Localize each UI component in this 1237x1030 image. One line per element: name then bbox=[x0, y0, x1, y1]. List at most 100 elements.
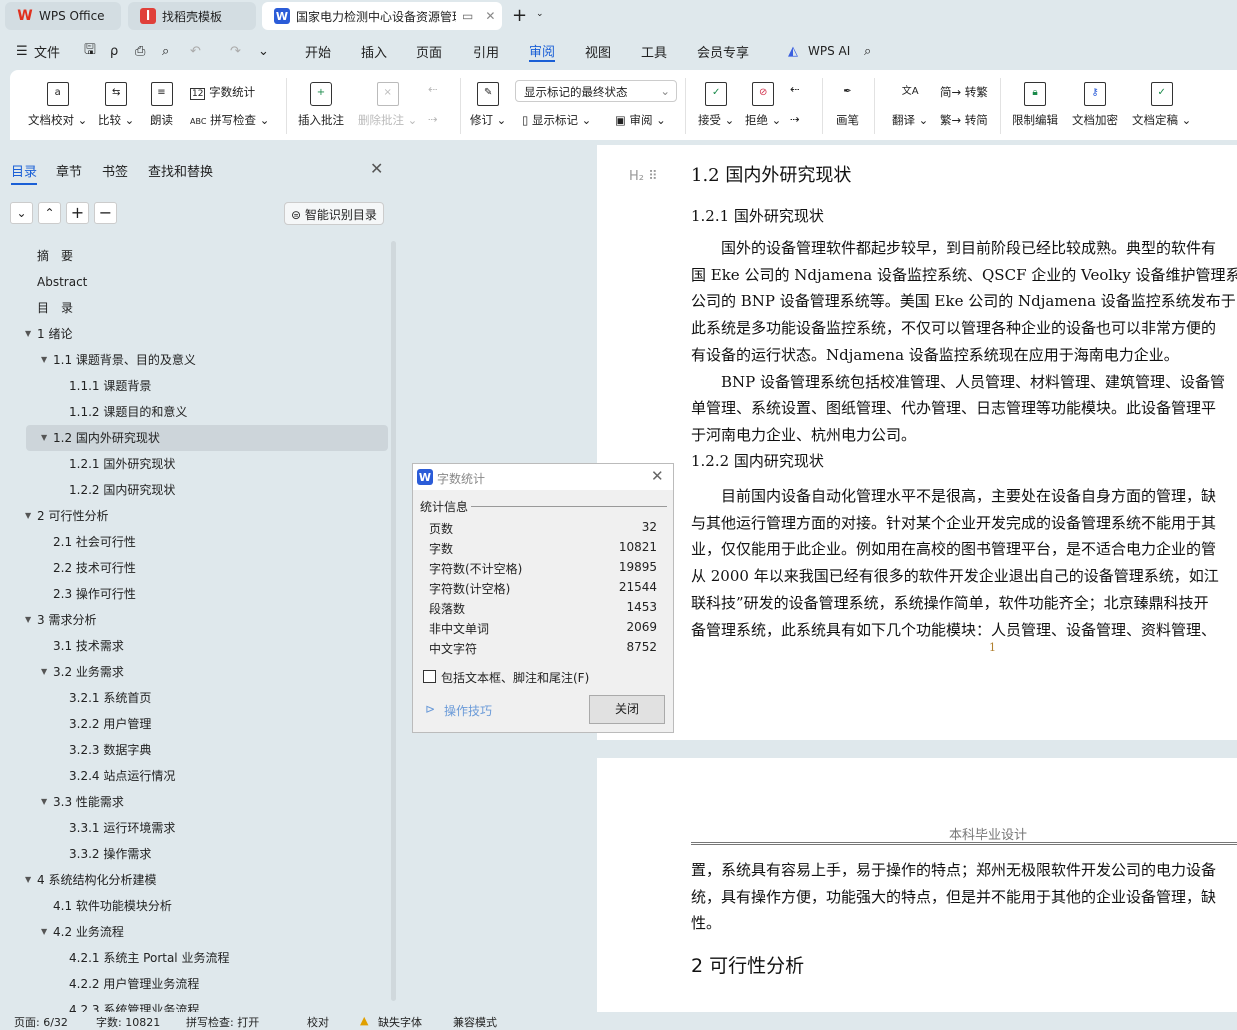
close-button[interactable]: 关闭 bbox=[589, 695, 665, 724]
tab-find-replace[interactable]: 查找和替换 bbox=[148, 161, 213, 180]
display-mode-select[interactable]: 显示标记的最终状态 ⌄ bbox=[515, 80, 677, 102]
toc-item[interactable]: ▼ 4 系统结构化分析建模 bbox=[0, 867, 388, 893]
share-icon[interactable]: ρ bbox=[110, 44, 118, 59]
undo-icon[interactable]: ↶ bbox=[190, 44, 201, 59]
toc-item[interactable]: 3.2.4 站点运行情况 bbox=[0, 763, 388, 789]
spell-check-status[interactable]: 拼写检查: 打开 bbox=[186, 1014, 259, 1030]
toc-item[interactable]: 3.3.1 运行环境需求 bbox=[0, 815, 388, 841]
tab-document[interactable]: W 国家电力检测中心设备资源管理 ▭ ✕ bbox=[262, 2, 502, 30]
restrict-editing-button[interactable]: 🔒︎ 限制编辑 bbox=[1012, 82, 1058, 128]
word-count-indicator[interactable]: 字数: 10821 bbox=[96, 1014, 160, 1030]
toc-item[interactable]: ▼ 1.1 课题背景、目的及意义 bbox=[0, 347, 388, 373]
proofread-button[interactable]: a 文档校对 ⌄ bbox=[28, 82, 87, 128]
paragraph-line[interactable]: 有设备的运行状态。Ndjamena 设备监控系统现在应用于海南电力企业。 bbox=[691, 344, 1237, 365]
expand-arrow-icon[interactable]: ▼ bbox=[25, 321, 31, 347]
menu-review[interactable]: 审阅 bbox=[529, 41, 556, 62]
menu-insert[interactable]: 插入 bbox=[361, 42, 387, 61]
accept-button[interactable]: ✓ 接受 ⌄ bbox=[698, 82, 734, 128]
next-change-icon[interactable]: ⇢ bbox=[790, 112, 800, 126]
toc-item[interactable]: 3.1 技术需求 bbox=[0, 633, 388, 659]
paragraph-line[interactable]: 与其他运行管理方面的对接。针对某个企业开发完成的设备管理系统不能用于其 bbox=[691, 512, 1237, 533]
menu-icon[interactable]: ☰ bbox=[16, 44, 28, 59]
toc-item[interactable]: 2.1 社会可行性 bbox=[0, 529, 388, 555]
toc-item[interactable]: 4.2.2 用户管理业务流程 bbox=[0, 971, 388, 997]
paragraph-line[interactable]: 国 Eke 公司的 Ndjamena 设备监控系统、QSCF 企业的 Veolk… bbox=[691, 264, 1237, 285]
heading-3[interactable]: 1.2.1 国外研究现状 bbox=[691, 205, 1237, 226]
proofread-status[interactable]: 校对 bbox=[307, 1014, 329, 1030]
tab-toc[interactable]: 目录 bbox=[11, 161, 38, 185]
heading-2[interactable]: 1.2 国内外研究现状 bbox=[691, 161, 1237, 187]
paragraph-line[interactable]: 备管理系统，此系统具有如下几个功能模块：人员管理、设备管理、资料管理、 bbox=[691, 619, 1237, 640]
compat-mode-status[interactable]: 兼容模式 bbox=[453, 1014, 497, 1030]
translate-button[interactable]: 文A 翻译 ⌄ bbox=[892, 82, 928, 128]
toc-item[interactable]: ▼ 3.3 性能需求 bbox=[0, 789, 388, 815]
menu-tools[interactable]: 工具 bbox=[641, 42, 667, 61]
heading-3[interactable]: 1.2.2 国内研究现状 bbox=[691, 450, 1237, 471]
toc-item[interactable]: ▼ 1 绪论 bbox=[0, 321, 388, 347]
toc-item[interactable]: Abstract bbox=[0, 269, 388, 295]
toc-item[interactable]: ▼ 2 可行性分析 bbox=[0, 503, 388, 529]
toc-item[interactable]: 1.1.1 课题背景 bbox=[0, 373, 388, 399]
collapse-down-icon[interactable]: ⌄ bbox=[10, 202, 33, 224]
remove-heading-icon[interactable]: − bbox=[94, 202, 117, 224]
smart-toc-button[interactable]: ⊜ 智能识别目录 bbox=[284, 202, 384, 225]
tips-link[interactable]: 操作技巧 bbox=[444, 702, 492, 719]
menu-start[interactable]: 开始 bbox=[305, 42, 331, 61]
close-icon[interactable]: ✕ bbox=[651, 467, 664, 485]
paragraph-line[interactable]: 从 2000 年以来我国已经有很多的软件开发企业退出自己的设备管理系统，如江 bbox=[691, 565, 1237, 586]
paragraph-line[interactable]: 性。 bbox=[691, 912, 1237, 933]
collapse-up-icon[interactable]: ⌃ bbox=[38, 202, 61, 224]
expand-arrow-icon[interactable]: ▼ bbox=[41, 789, 47, 815]
finalize-button[interactable]: ✓ 文档定稿 ⌄ bbox=[1132, 82, 1191, 128]
toc-scrollbar[interactable] bbox=[391, 241, 396, 1001]
expand-arrow-icon[interactable]: ▼ bbox=[41, 425, 47, 451]
menu-view[interactable]: 视图 bbox=[585, 42, 611, 61]
menu-member[interactable]: 会员专享 bbox=[697, 42, 749, 61]
expand-arrow-icon[interactable]: ▼ bbox=[41, 919, 47, 945]
pen-button[interactable]: ✒ 画笔 bbox=[836, 82, 859, 128]
paragraph-line[interactable]: 于河南电力企业、杭州电力公司。 bbox=[691, 424, 1237, 445]
toc-item[interactable]: 3.3.2 操作需求 bbox=[0, 841, 388, 867]
paragraph-line[interactable]: 目前国内设备自动化管理水平不是很高，主要处在设备自身方面的管理，缺 bbox=[691, 485, 1237, 506]
file-menu[interactable]: 文件 bbox=[34, 42, 60, 61]
word-count-button[interactable]: 12 字数统计 bbox=[190, 84, 255, 100]
toc-item[interactable]: 1.2.2 国内研究现状 bbox=[0, 477, 388, 503]
save-icon[interactable]: 🖫 bbox=[84, 39, 96, 63]
paragraph-line[interactable]: 统，具有操作方便，功能强大的特点，但是并不能用于其他的企业设备管理，缺 bbox=[691, 886, 1237, 907]
paragraph-line[interactable]: 公司的 BNP 设备管理系统等。美国 Eke 公司的 Ndjamena 设备监控… bbox=[691, 290, 1237, 311]
toc-item[interactable]: 4.2.1 系统主 Portal 业务流程 bbox=[0, 945, 388, 971]
expand-arrow-icon[interactable]: ▼ bbox=[25, 607, 31, 633]
expand-arrow-icon[interactable]: ▼ bbox=[41, 347, 47, 373]
to-traditional-button[interactable]: 简→ 转繁 bbox=[940, 84, 988, 100]
expand-arrow-icon[interactable]: ▼ bbox=[25, 503, 31, 529]
menu-reference[interactable]: 引用 bbox=[473, 42, 499, 61]
toc-item[interactable]: 2.3 操作可行性 bbox=[0, 581, 388, 607]
toc-item[interactable]: ▼ 3.2 业务需求 bbox=[0, 659, 388, 685]
include-textbox-checkbox[interactable] bbox=[423, 670, 436, 683]
redo-icon[interactable]: ↷ bbox=[230, 44, 241, 59]
toc-item[interactable]: 1.1.2 课题目的和意义 bbox=[0, 399, 388, 425]
expand-arrow-icon[interactable]: ▼ bbox=[41, 659, 47, 685]
close-tab-icon[interactable]: ✕ bbox=[485, 9, 495, 23]
tab-wps-office[interactable]: W WPS Office bbox=[5, 2, 121, 30]
paragraph-line[interactable]: BNP 设备管理系统包括校准管理、人员管理、材料管理、建筑管理、设备管 bbox=[691, 371, 1237, 392]
search-icon[interactable]: ⌕ bbox=[864, 44, 871, 59]
paragraph-line[interactable]: 业，仅仅能用于此企业。例如用在高校的图书管理平台，是不适合电力企业的管 bbox=[691, 538, 1237, 559]
spell-check-button[interactable]: ABC 拼写检查 ⌄ bbox=[190, 112, 269, 128]
menu-page[interactable]: 页面 bbox=[416, 42, 442, 61]
paragraph-line[interactable]: 此系统是多功能设备监控系统，不仅可以管理各种企业的设备也可以非常方便的 bbox=[691, 317, 1237, 338]
toc-item[interactable]: 2.2 技术可行性 bbox=[0, 555, 388, 581]
monitor-icon[interactable]: ▭ bbox=[462, 9, 473, 23]
encrypt-button[interactable]: ⚷ 文档加密 bbox=[1072, 82, 1118, 128]
toc-item[interactable]: ▼ 4.2 业务流程 bbox=[0, 919, 388, 945]
read-aloud-button[interactable]: ≡ 朗读 bbox=[150, 82, 173, 128]
compare-button[interactable]: ⇆ 比较 ⌄ bbox=[98, 82, 134, 128]
heading-1[interactable]: 2 可行性分析 bbox=[691, 951, 1237, 978]
toc-item[interactable]: 3.2.3 数据字典 bbox=[0, 737, 388, 763]
more-icon[interactable]: ⌄ bbox=[258, 44, 269, 59]
previous-change-icon[interactable]: ⇠ bbox=[790, 82, 800, 96]
print-preview-icon[interactable]: ⌕ bbox=[162, 44, 169, 59]
add-heading-icon[interactable]: + bbox=[66, 202, 89, 224]
tab-bookmarks[interactable]: 书签 bbox=[102, 161, 128, 180]
tab-chapters[interactable]: 章节 bbox=[56, 161, 82, 180]
